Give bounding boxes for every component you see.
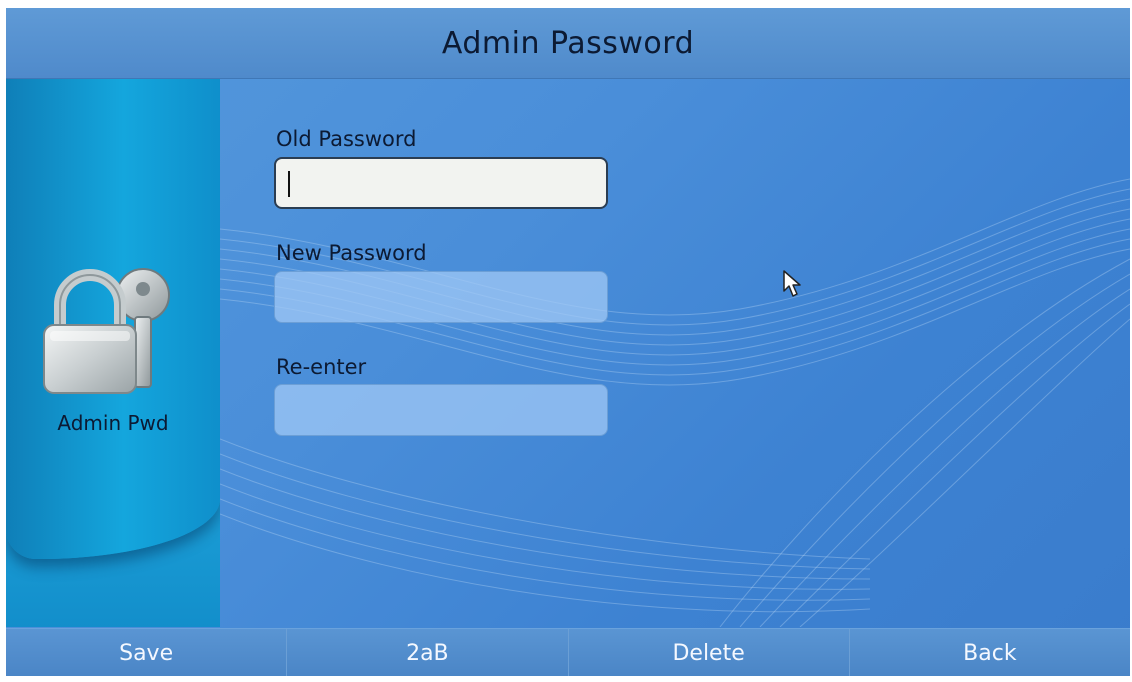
old-password-label: Old Password xyxy=(276,127,417,151)
reenter-label: Re-enter xyxy=(276,355,367,379)
mouse-pointer-icon xyxy=(783,270,801,297)
new-password-field[interactable] xyxy=(274,271,608,323)
title-bar: Admin Password xyxy=(6,8,1130,79)
sidebar-label: Admin Pwd xyxy=(57,411,169,435)
phone-screen: Admin Password Admin Pwd Old Password Ne… xyxy=(6,8,1130,676)
save-button[interactable]: Save xyxy=(6,629,288,676)
reenter-password-field[interactable] xyxy=(274,384,608,436)
old-password-field[interactable] xyxy=(274,157,608,209)
new-password-label: New Password xyxy=(276,241,427,265)
page-title: Admin Password xyxy=(441,25,695,61)
sidebar: Admin Pwd xyxy=(6,79,220,627)
lock-key-icon xyxy=(43,268,170,394)
back-button[interactable]: Back xyxy=(850,629,1130,676)
input-mode-button[interactable]: 2aB xyxy=(287,629,569,676)
softkey-bar: Save 2aB Delete Back xyxy=(6,628,1130,676)
form-area: Old Password New Password Re-enter xyxy=(220,79,1130,627)
text-caret xyxy=(288,171,290,197)
delete-button[interactable]: Delete xyxy=(569,629,850,676)
